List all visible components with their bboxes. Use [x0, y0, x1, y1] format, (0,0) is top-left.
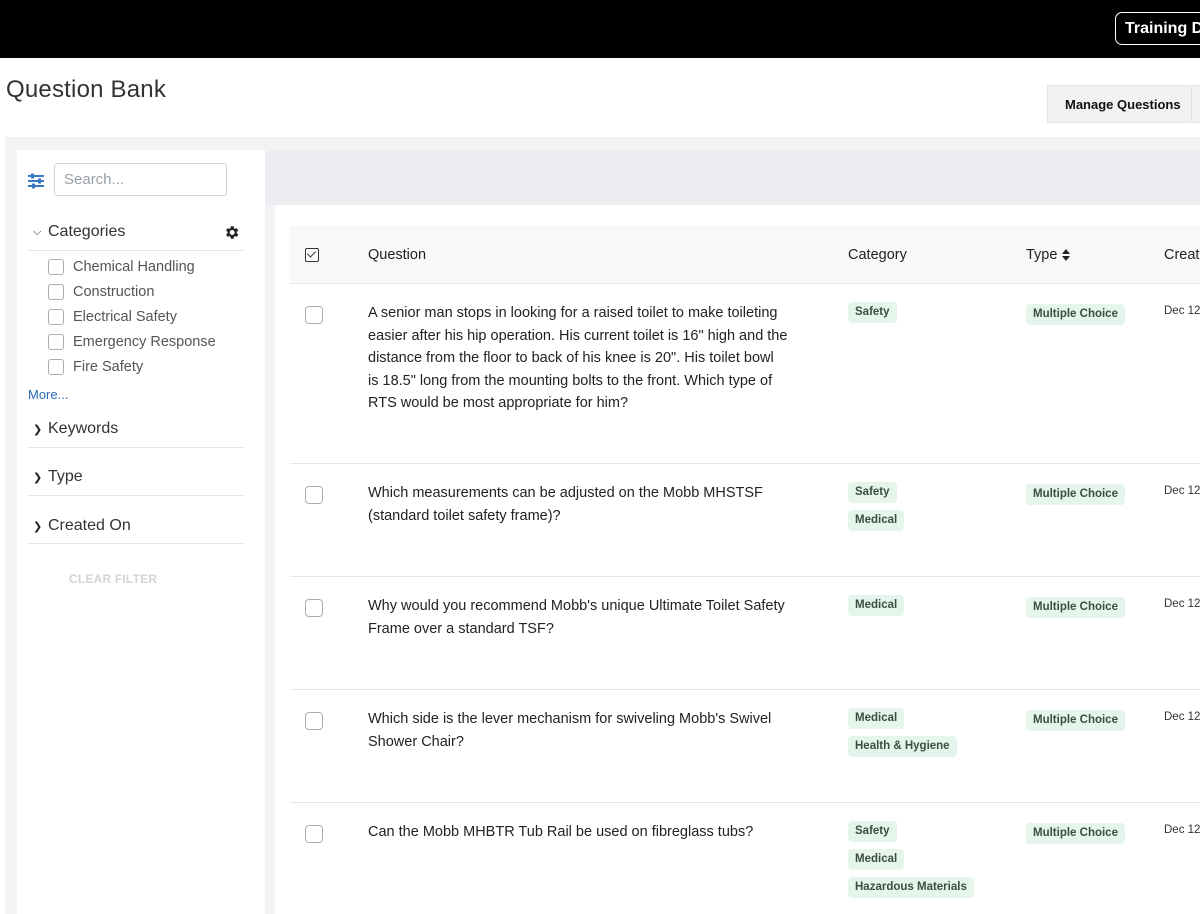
- select-all-checkbox[interactable]: [305, 248, 319, 262]
- question-text[interactable]: Which measurements can be adjusted on th…: [368, 482, 788, 527]
- divider: [28, 543, 244, 544]
- divider: [28, 250, 244, 251]
- row-checkbox[interactable]: [305, 486, 323, 504]
- category-option[interactable]: Emergency Response: [48, 334, 216, 350]
- category-tag: Safety: [848, 482, 897, 503]
- question-text[interactable]: Can the Mobb MHBTR Tub Rail be used on f…: [368, 821, 788, 844]
- category-option[interactable]: Chemical Handling: [48, 259, 195, 275]
- type-tag: Multiple Choice: [1026, 710, 1125, 731]
- category-label: Electrical Safety: [73, 309, 177, 325]
- category-tag: Medical: [848, 849, 905, 870]
- checkbox[interactable]: [48, 284, 64, 300]
- type-tag: Multiple Choice: [1026, 823, 1125, 844]
- category-tag: Medical: [848, 708, 905, 729]
- top-bar: Training D: [0, 0, 1200, 58]
- type-label: Type: [48, 468, 83, 485]
- category-option[interactable]: Electrical Safety: [48, 309, 177, 325]
- category-label: Chemical Handling: [73, 259, 195, 275]
- training-button[interactable]: Training D: [1115, 12, 1200, 45]
- type-column-header[interactable]: Type: [1026, 247, 1071, 263]
- created-on-label: Created On: [48, 517, 131, 534]
- type-toggle[interactable]: ❯ Type: [33, 468, 83, 486]
- type-tag: Multiple Choice: [1026, 484, 1125, 505]
- created-date: Dec 12: [1164, 485, 1200, 497]
- clear-filter-button[interactable]: CLEAR FILTER: [69, 572, 157, 586]
- category-label: Fire Safety: [73, 359, 144, 375]
- checkbox[interactable]: [48, 359, 64, 375]
- created-date: Dec 12: [1164, 824, 1200, 836]
- checkbox[interactable]: [48, 309, 64, 325]
- category-label: Emergency Response: [73, 334, 216, 350]
- row-checkbox[interactable]: [305, 712, 323, 730]
- page-title: Question Bank: [6, 76, 167, 103]
- chevron-right-icon: ❯: [33, 471, 43, 484]
- row-checkbox[interactable]: [305, 599, 323, 617]
- toolbar-next-button[interactable]: [1191, 85, 1200, 123]
- category-tag: Medical: [848, 595, 905, 616]
- chevron-down-icon: ⌵: [33, 225, 42, 238]
- created-on-toggle[interactable]: ❯ Created On: [33, 517, 131, 535]
- created-date: Dec 12: [1164, 305, 1200, 317]
- sort-icon[interactable]: [1061, 248, 1071, 262]
- category-option[interactable]: Construction: [48, 284, 154, 300]
- category-tag: Health & Hygiene: [848, 736, 957, 757]
- row-divider: [290, 576, 1200, 577]
- category-option[interactable]: Fire Safety: [48, 359, 143, 375]
- question-text[interactable]: Why would you recommend Mobb's unique Ul…: [368, 595, 788, 640]
- chevron-right-icon: ❯: [33, 520, 43, 533]
- chevron-right-icon: ❯: [33, 423, 43, 436]
- category-label: Construction: [73, 284, 155, 300]
- question-text[interactable]: Which side is the lever mechanism for sw…: [368, 708, 788, 753]
- question-column-header: Question: [368, 247, 427, 263]
- created-column-header[interactable]: Creat: [1164, 247, 1199, 263]
- manage-questions-button[interactable]: Manage Questions: [1047, 85, 1192, 123]
- type-tag: Multiple Choice: [1026, 304, 1125, 325]
- categories-toggle[interactable]: ⌵ Categories: [33, 223, 125, 241]
- gear-icon[interactable]: [223, 224, 240, 241]
- checkbox[interactable]: [48, 334, 64, 350]
- type-tag: Multiple Choice: [1026, 597, 1125, 618]
- sliders-icon[interactable]: [27, 172, 45, 190]
- row-divider: [290, 802, 1200, 803]
- search-input[interactable]: [54, 163, 227, 196]
- created-date: Dec 12: [1164, 711, 1200, 723]
- created-date: Dec 12: [1164, 598, 1200, 610]
- category-column-header: Category: [848, 247, 907, 263]
- grid-toolbar: [265, 150, 1200, 205]
- category-tag: Safety: [848, 821, 897, 842]
- question-text[interactable]: A senior man stops in looking for a rais…: [368, 302, 788, 415]
- divider: [28, 447, 244, 448]
- more-categories-link[interactable]: More...: [28, 387, 68, 402]
- keywords-toggle[interactable]: ❯ Keywords: [33, 420, 118, 438]
- category-tag: Hazardous Materials: [848, 877, 974, 898]
- row-divider: [290, 463, 1200, 464]
- row-checkbox[interactable]: [305, 825, 323, 843]
- row-checkbox[interactable]: [305, 306, 323, 324]
- category-tag: Safety: [848, 302, 897, 323]
- category-tag: Medical: [848, 510, 905, 531]
- type-header-label: Type: [1026, 247, 1058, 263]
- keywords-label: Keywords: [48, 420, 119, 437]
- checkbox[interactable]: [48, 259, 64, 275]
- divider: [28, 495, 244, 496]
- categories-label: Categories: [48, 223, 126, 240]
- row-divider: [290, 689, 1200, 690]
